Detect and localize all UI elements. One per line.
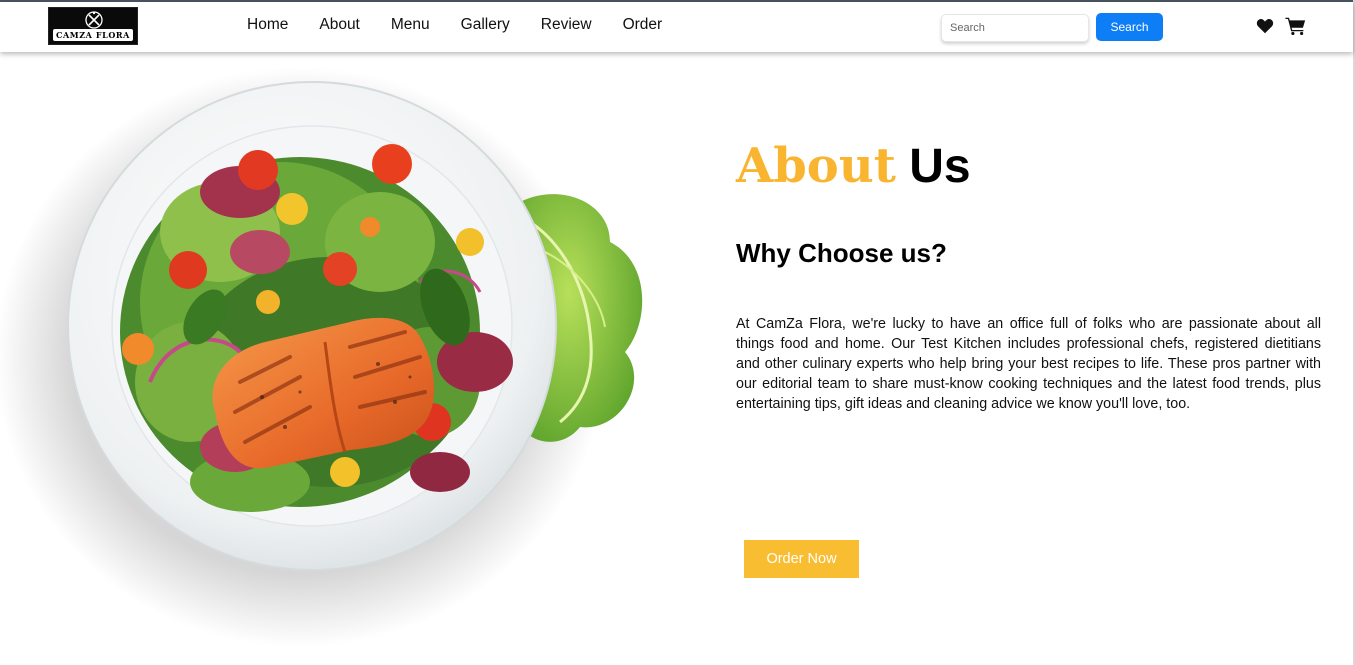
order-now-button[interactable]: Order Now xyxy=(744,540,859,578)
brand-name: CAMZA FLORA xyxy=(53,29,133,41)
navbar: CAMZA FLORA Home About Menu Gallery Revi… xyxy=(0,2,1353,52)
nav-link-review[interactable]: Review xyxy=(541,16,592,34)
salmon-salad-plate-image xyxy=(0,67,643,647)
nav-link-about[interactable]: About xyxy=(319,16,360,34)
about-heading-rest: Us xyxy=(909,140,971,193)
nav-link-home[interactable]: Home xyxy=(247,16,288,34)
nav-link-order[interactable]: Order xyxy=(623,16,663,34)
main-nav: Home About Menu Gallery Review Order xyxy=(247,16,693,34)
about-heading: About Us xyxy=(736,136,971,197)
heart-icon[interactable] xyxy=(1256,18,1274,34)
about-paragraph: At CamZa Flora, we're lucky to have an o… xyxy=(736,316,1321,412)
nav-link-menu[interactable]: Menu xyxy=(391,16,430,34)
about-heading-highlight: About xyxy=(736,138,896,194)
brand-logo[interactable]: CAMZA FLORA xyxy=(48,7,138,45)
why-choose-heading: Why Choose us? xyxy=(736,238,947,268)
search-button[interactable]: Search xyxy=(1096,13,1163,41)
search-input[interactable] xyxy=(941,14,1089,42)
nav-link-gallery[interactable]: Gallery xyxy=(461,16,510,34)
cart-icon[interactable] xyxy=(1285,16,1306,36)
chef-emblem-icon xyxy=(85,11,103,29)
